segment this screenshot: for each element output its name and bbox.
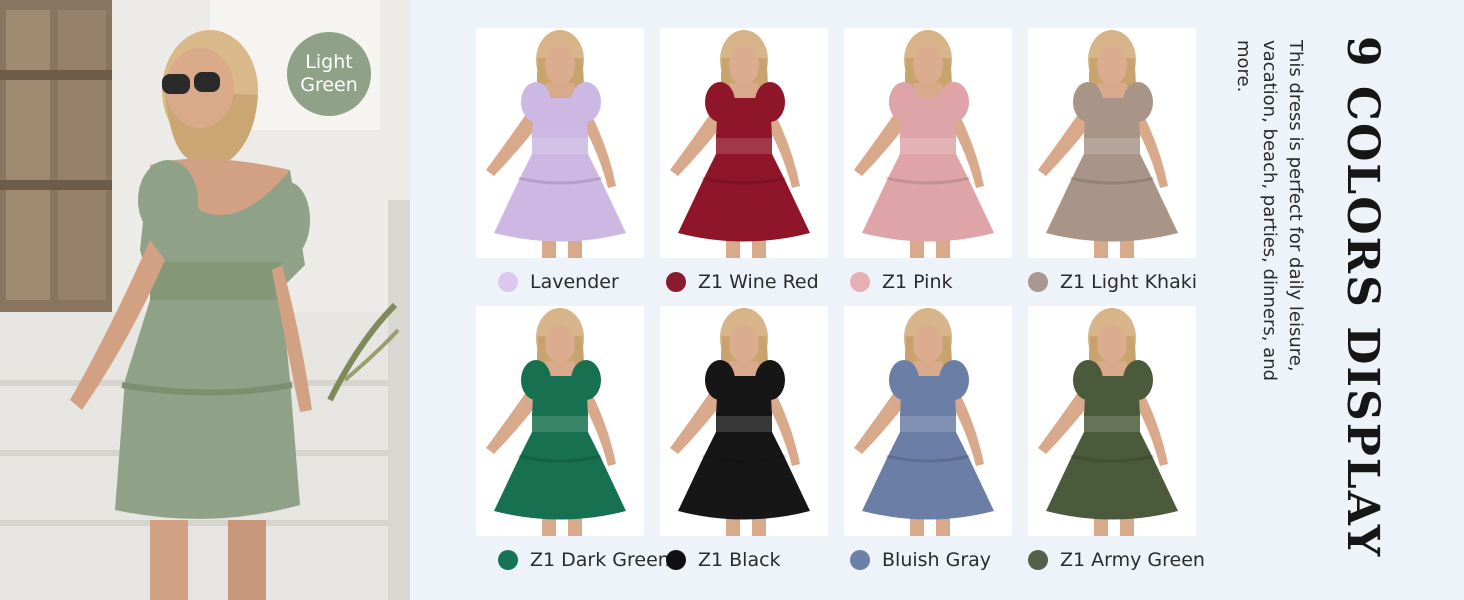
- swatch-caption: Z1 Black: [666, 545, 781, 575]
- dress-illustration: [670, 308, 810, 536]
- swatch-card-z1-army-green[interactable]: [1028, 306, 1196, 536]
- color-dot-icon: [666, 272, 686, 292]
- swatch-grid: Lavender Z1 Wine Red Z1 Pink Z1 Light Khaki…: [470, 28, 1210, 588]
- swatch-label: Z1 Wine Red: [698, 271, 819, 293]
- description-text: This dress is perfect for daily leisure,…: [1233, 40, 1306, 382]
- swatch-card-z1-dark-green[interactable]: [476, 306, 644, 536]
- swatch-caption: Z1 Army Green: [1028, 545, 1205, 575]
- color-dot-icon: [850, 550, 870, 570]
- swatch-caption: Bluish Gray: [850, 545, 991, 575]
- swatch-caption: Lavender: [498, 267, 619, 297]
- color-badge: Light Green: [287, 32, 371, 116]
- page-title: 9 COLORS DISPLAY: [1337, 36, 1388, 559]
- dress-illustration: [854, 30, 994, 258]
- dress-illustration: [854, 308, 994, 536]
- color-dot-icon: [498, 550, 518, 570]
- dress-illustration: [1038, 308, 1178, 536]
- color-dot-icon: [1028, 550, 1048, 570]
- swatch-caption: Z1 Pink: [850, 267, 953, 297]
- color-dot-icon: [666, 550, 686, 570]
- color-dot-icon: [1028, 272, 1048, 292]
- color-dot-icon: [850, 272, 870, 292]
- swatch-caption: Z1 Wine Red: [666, 267, 819, 297]
- swatch-card-z1-black[interactable]: [660, 306, 828, 536]
- color-dot-icon: [498, 272, 518, 292]
- dress-illustration: [486, 308, 626, 536]
- swatch-caption: Z1 Light Khaki: [1028, 267, 1197, 297]
- swatch-card-z1-pink[interactable]: [844, 28, 1012, 258]
- swatch-label: Z1 Dark Green: [530, 549, 670, 571]
- hero-photo: Light Green: [0, 0, 410, 600]
- swatch-label: Z1 Pink: [882, 271, 953, 293]
- swatch-label: Lavender: [530, 271, 619, 293]
- dress-illustration: [486, 30, 626, 258]
- swatch-label: Z1 Black: [698, 549, 781, 571]
- swatch-label: Z1 Army Green: [1060, 549, 1205, 571]
- dress-illustration: [670, 30, 810, 258]
- title-block: 9 COLORS DISPLAY This dress is perfect f…: [1233, 36, 1388, 559]
- swatch-label: Z1 Light Khaki: [1060, 271, 1198, 293]
- swatch-card-lavender[interactable]: [476, 28, 644, 258]
- swatch-card-bluish-gray[interactable]: [844, 306, 1012, 536]
- swatch-card-z1-wine-red[interactable]: [660, 28, 828, 258]
- swatch-label: Bluish Gray: [882, 549, 992, 571]
- dress-illustration: [1038, 30, 1178, 258]
- swatch-card-z1-light-khaki[interactable]: [1028, 28, 1196, 258]
- swatch-caption: Z1 Dark Green: [498, 545, 670, 575]
